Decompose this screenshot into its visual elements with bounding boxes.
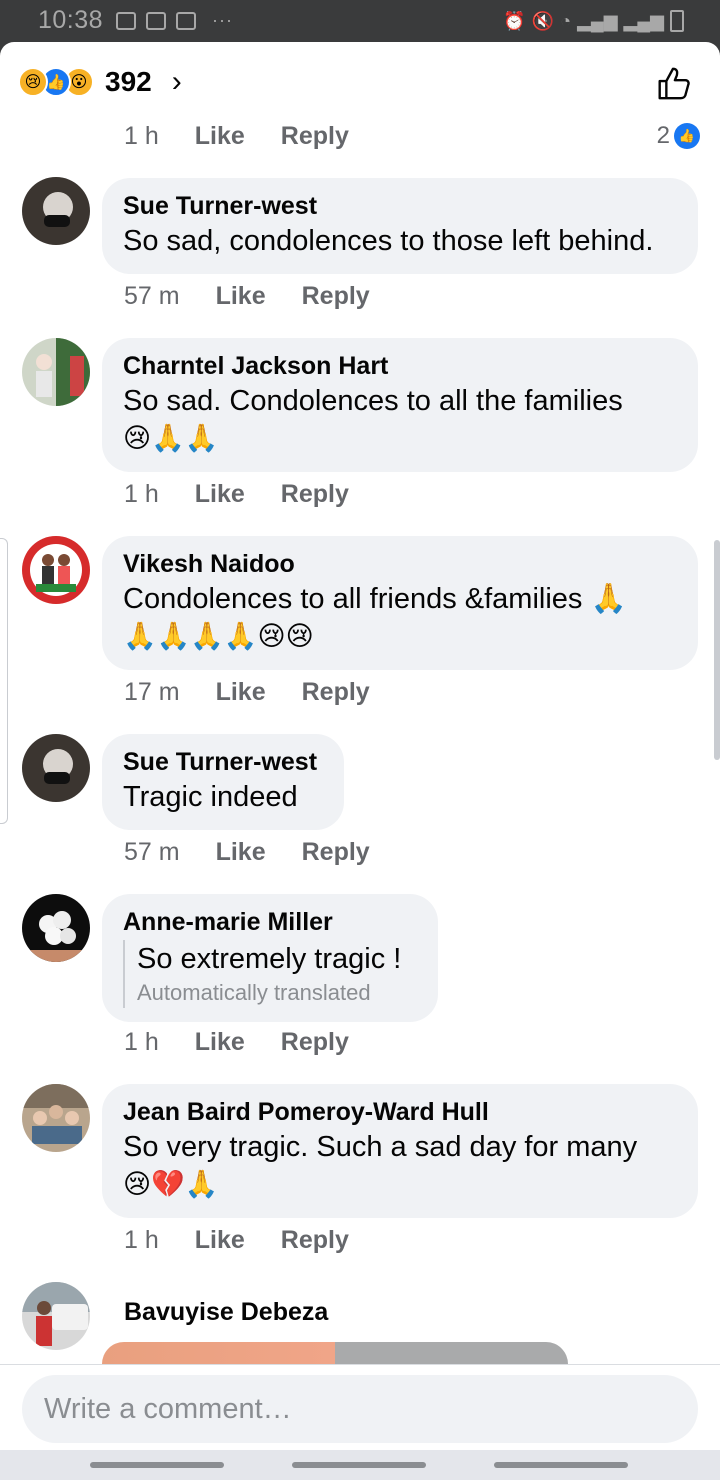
comment-meta: 1 h Like Reply [124, 480, 385, 509]
avatar[interactable] [22, 338, 90, 406]
scrollbar[interactable] [714, 540, 720, 760]
battery-icon [670, 10, 684, 32]
nav-recents-button[interactable] [90, 1462, 224, 1468]
comment-emoji-line: 🙏🙏🙏🙏😢😢 [123, 621, 314, 652]
comment-bubble[interactable]: Charntel Jackson Hart So sad. Condolence… [102, 338, 698, 472]
signal-icon: ▂▄▆ [577, 10, 618, 31]
like-button[interactable]: Like [195, 480, 245, 509]
sad-icon: 😢 [18, 67, 48, 97]
comment-author[interactable]: Bavuyise Debeza [124, 1296, 328, 1328]
avatar[interactable] [22, 734, 90, 802]
comment-author[interactable]: Anne-marie Miller [123, 906, 416, 938]
comment-text: So sad, condolences to those left behind… [123, 225, 654, 257]
comment-author[interactable]: Jean Baird Pomeroy-Ward Hull [123, 1096, 676, 1128]
translation-note[interactable]: Automatically translated [137, 978, 416, 1008]
comment-meta: 57 m Like Reply [124, 838, 406, 867]
comment-composer [0, 1364, 720, 1480]
reply-button[interactable]: Reply [281, 122, 349, 151]
comment-author[interactable]: Vikesh Naidoo [123, 548, 676, 580]
comment-reactions[interactable]: 2 👍 [657, 122, 700, 150]
comment-bubble[interactable]: Anne-marie Miller So extremely tragic ! … [102, 894, 438, 1022]
comment-time: 57 m [124, 282, 180, 310]
avatar[interactable] [22, 536, 90, 604]
comment-time: 1 h [124, 1028, 159, 1056]
comment-meta: 1 h Like Reply [124, 122, 385, 151]
avatar[interactable] [22, 177, 90, 245]
comments-sheet: 😢 👍 😮 392 › 1 h Like Reply 2 👍 Sue Turne… [0, 42, 720, 1480]
comment-emoji-line: 😢💔🙏 [123, 1169, 219, 1200]
comment-reaction-count: 2 [656, 122, 670, 149]
wifi-icon: ◔ [560, 10, 572, 31]
reply-button[interactable]: Reply [281, 1226, 349, 1255]
comment-text: Tragic indeed [123, 781, 298, 813]
comment-text: Condolences to all friends &families 🙏 [123, 583, 627, 615]
comment-time: 57 m [124, 838, 180, 866]
reply-button[interactable]: Reply [302, 678, 370, 707]
avatar[interactable] [22, 1084, 90, 1152]
comment-bubble[interactable]: Jean Baird Pomeroy-Ward Hull So very tra… [102, 1084, 698, 1218]
nav-back-button[interactable] [494, 1462, 628, 1468]
comment-meta: 1 h Like Reply [124, 1226, 385, 1255]
more-notifications-icon: ··· [212, 10, 233, 30]
like-button[interactable]: Like [195, 1028, 245, 1057]
avatar[interactable] [22, 1282, 90, 1350]
comment-list: 1 h Like Reply 2 👍 Sue Turner-west So sa… [0, 42, 720, 1364]
status-bar: 10:38 ··· ⏰ 🔇 ◔ ▂▄▆ ▂▄▆ [0, 0, 720, 42]
comment-time: 1 h [124, 122, 159, 150]
like-button[interactable]: Like [195, 1226, 245, 1255]
reply-button[interactable]: Reply [281, 1028, 349, 1057]
comment-author[interactable]: Sue Turner-west [123, 746, 322, 778]
notification-icons: ··· [116, 10, 233, 31]
comment-emoji-line: 😢🙏🙏 [123, 423, 219, 454]
mute-icon: 🔇 [531, 10, 555, 31]
comment-bubble[interactable]: Sue Turner-west Tragic indeed [102, 734, 344, 830]
comment-text: So extremely tragic ! [137, 943, 402, 975]
like-button[interactable]: Like [216, 282, 266, 311]
comment-input[interactable] [22, 1375, 698, 1443]
gallery-icon [116, 11, 136, 30]
signal-icon: ▂▄▆ [623, 10, 664, 31]
download-icon [146, 11, 166, 30]
download-icon [176, 11, 196, 30]
comment-image[interactable] [102, 1342, 568, 1364]
comment-text: So sad. Condolences to all the families [123, 385, 623, 417]
like-icon: 👍 [674, 123, 700, 149]
avatar[interactable] [22, 894, 90, 962]
comment-bubble[interactable]: Sue Turner-west So sad, condolences to t… [102, 178, 698, 274]
alarm-icon: ⏰ [503, 10, 526, 31]
reply-button[interactable]: Reply [302, 838, 370, 867]
system-icons: ⏰ 🔇 ◔ ▂▄▆ ▂▄▆ [503, 10, 684, 32]
comment-time: 1 h [124, 480, 159, 508]
comment-bubble[interactable]: Vikesh Naidoo Condolences to all friends… [102, 536, 698, 670]
comment-time: 17 m [124, 678, 180, 706]
like-button[interactable]: Like [216, 678, 266, 707]
comment-author[interactable]: Sue Turner-west [123, 190, 676, 222]
comment-meta: 17 m Like Reply [124, 678, 406, 707]
like-button[interactable]: Like [216, 838, 266, 867]
status-time: 10:38 [38, 6, 104, 34]
comment-meta: 57 m Like Reply [124, 282, 406, 311]
edge-handle [0, 538, 8, 824]
translated-block: So extremely tragic ! Automatically tran… [123, 940, 416, 1008]
comment-author[interactable]: Charntel Jackson Hart [123, 350, 676, 382]
reply-button[interactable]: Reply [281, 480, 349, 509]
comment-meta: 1 h Like Reply [124, 1028, 385, 1057]
comment-time: 1 h [124, 1226, 159, 1254]
navigation-bar [0, 1450, 720, 1480]
nav-home-button[interactable] [292, 1462, 426, 1468]
like-button[interactable]: Like [195, 122, 245, 151]
comment-text: So very tragic. Such a sad day for many [123, 1131, 638, 1163]
reply-button[interactable]: Reply [302, 282, 370, 311]
